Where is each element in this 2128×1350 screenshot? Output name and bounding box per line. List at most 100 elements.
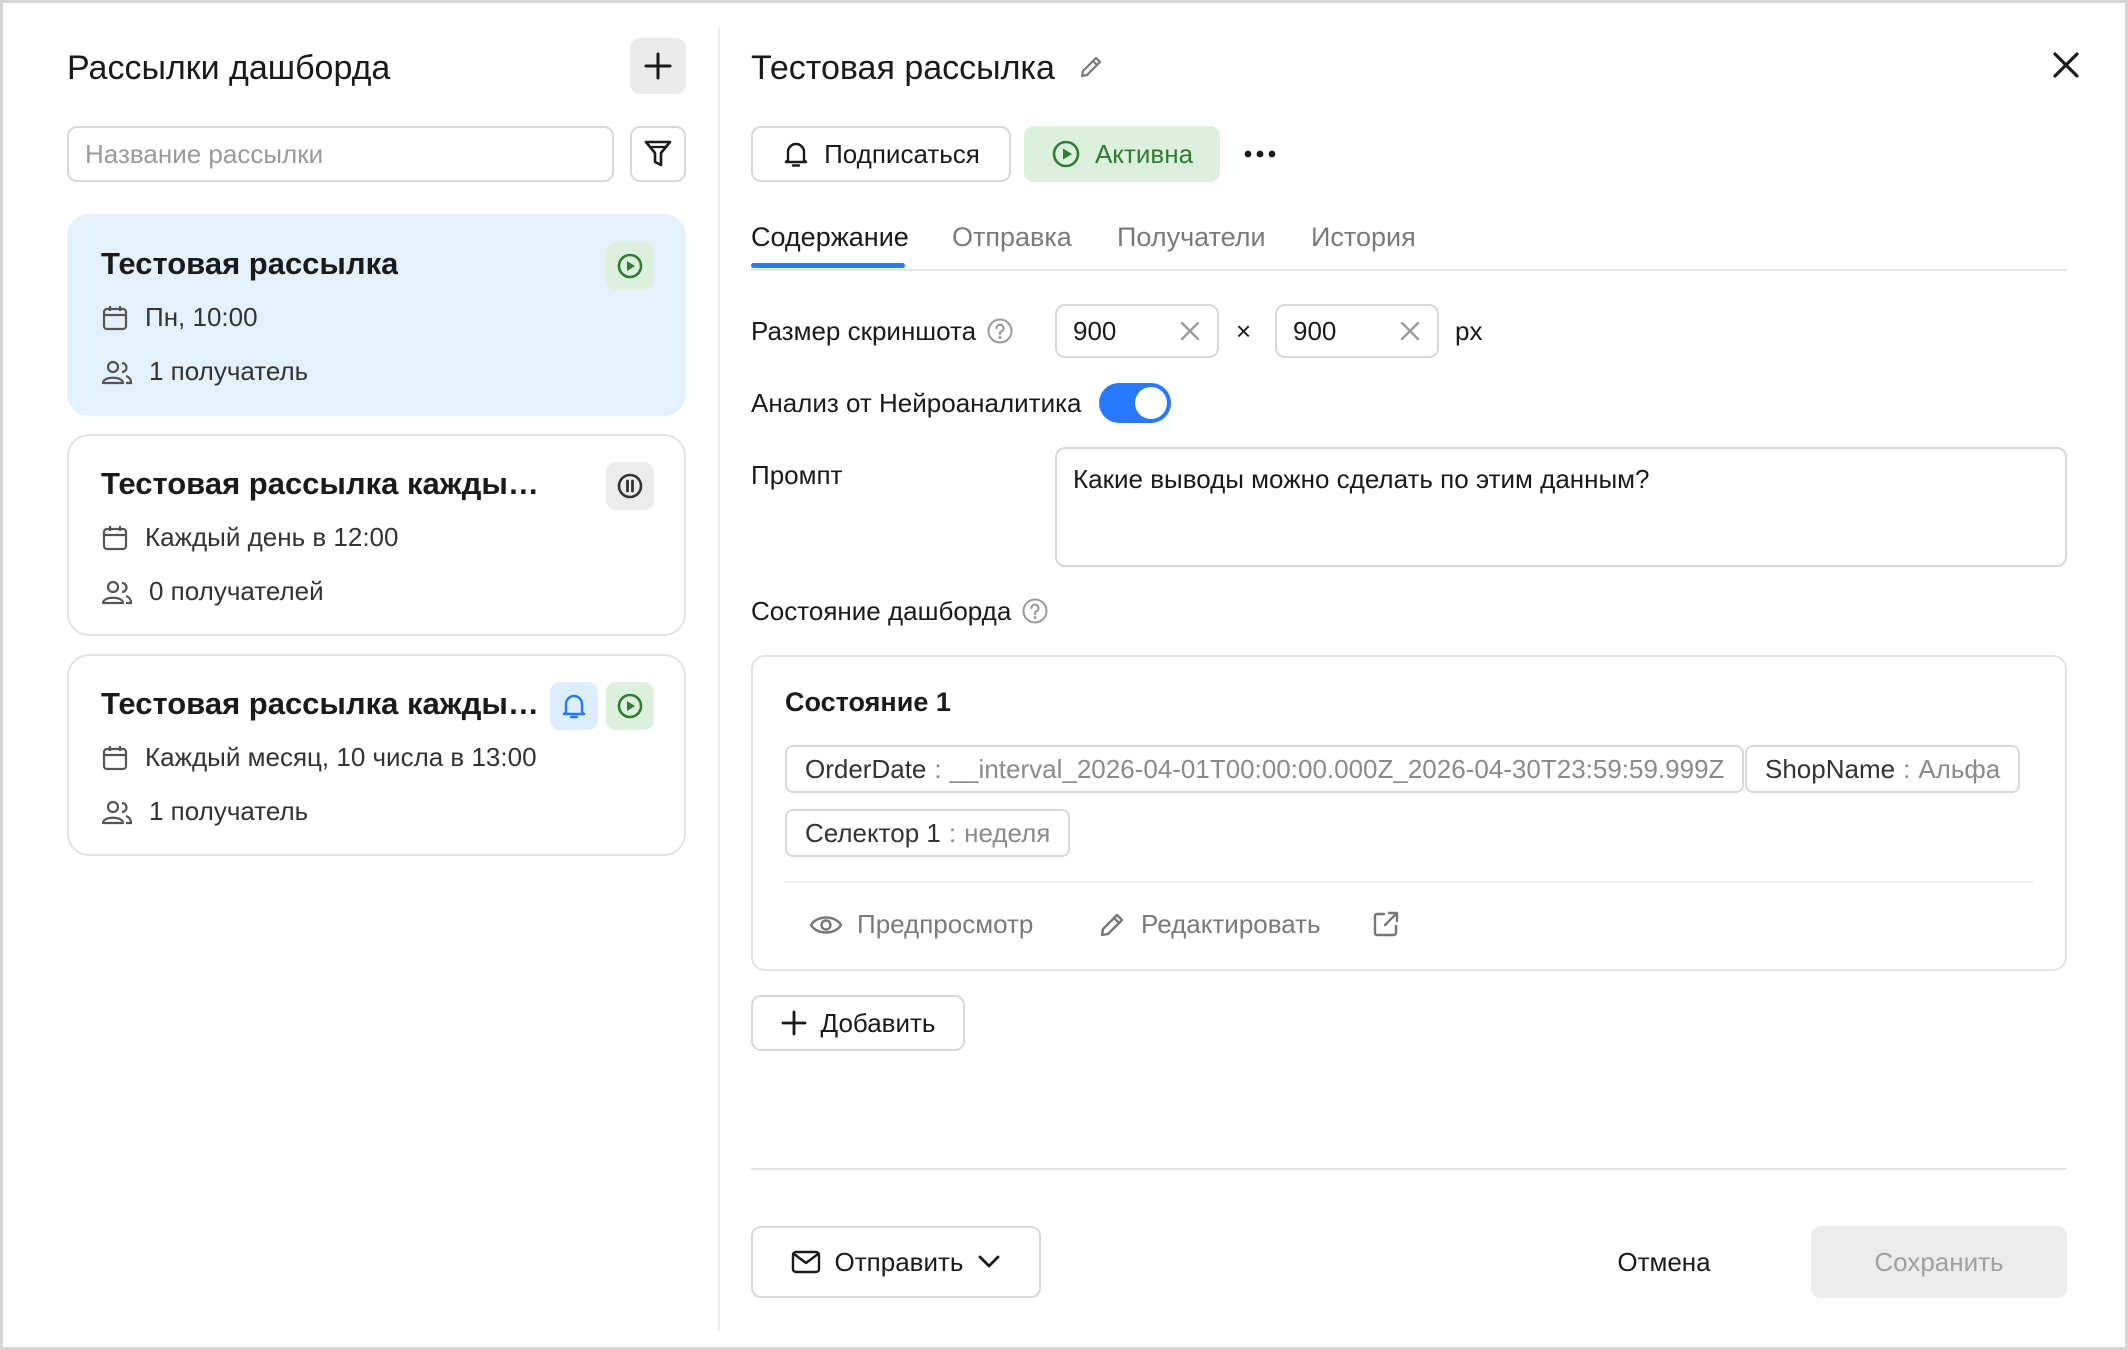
add-mailing-button[interactable] [630,38,686,94]
mailing-recipients: 1 получатель [149,356,309,386]
edit-state-button[interactable]: Редактировать [1097,909,1321,940]
calendar-icon [102,745,128,770]
height-value: 900 [1293,315,1337,346]
tab-history[interactable]: История [1311,217,1416,257]
plus-icon [781,1010,806,1036]
status-toggle-button[interactable]: Активна [1024,126,1220,182]
calendar-icon [102,525,128,550]
filter-icon [644,140,672,167]
mailing-card-3[interactable]: Тестовая рассылка каждый м... Каждый мес… [67,654,686,856]
subscribed-badge [550,682,598,730]
times-sign: × [1236,316,1252,346]
height-input[interactable]: 900 [1275,304,1439,358]
eye-icon [809,915,843,934]
users-icon [101,800,133,824]
clear-icon[interactable] [1399,320,1421,342]
play-circle-icon [1052,140,1080,168]
more-icon [1244,150,1276,158]
help-icon[interactable] [986,317,1014,345]
screenshot-size-label: Размер скриншота [751,313,1014,349]
mailing-recipients: 0 получателей [149,576,324,606]
param-key: OrderDate [805,753,927,784]
rename-button[interactable] [1077,53,1105,86]
preview-label: Предпросмотр [857,909,1034,939]
param-value: Альфа [1918,753,2001,784]
mailing-card-1[interactable]: Тестовая рассылка Пн, 10:00 1 получатель [67,214,686,416]
calendar-icon [102,305,128,330]
save-button[interactable]: Сохранить [1811,1226,2067,1298]
tab-recipients[interactable]: Получатели [1117,217,1266,257]
help-icon[interactable] [1021,597,1049,625]
add-label: Добавить [820,1007,936,1038]
add-state-button[interactable]: Добавить [751,995,965,1051]
footer-divider [751,1168,2067,1170]
panel-divider [718,27,720,1331]
users-icon [101,580,133,604]
dashboard-state-text: Состояние дашборда [751,596,1012,626]
filter-button[interactable] [630,126,686,182]
send-button[interactable]: Отправить [751,1226,1041,1298]
status-badge [606,682,654,730]
play-circle-icon [617,693,643,719]
close-button[interactable] [2050,49,2082,86]
status-badge [606,242,654,290]
mail-icon [791,1250,820,1274]
tabs: Содержание Отправка Получатели История [751,213,2067,271]
mailing-schedule: Пн, 10:00 [145,302,258,332]
state-param-chip: ShopName : Альфа [1745,745,2021,793]
active-tab-indicator [751,263,905,268]
width-input[interactable]: 900 [1055,304,1219,358]
pause-circle-icon [617,473,643,499]
subscribe-button[interactable]: Подписаться [751,126,1011,182]
param-sep: : [1903,753,1911,784]
chevron-down-icon [979,1255,1000,1268]
state-divider [785,881,2033,883]
mailing-title: Тестовая рассылка каждый день [101,466,551,501]
prompt-textarea[interactable]: Какие выводы можно сделать по этим данны… [1055,447,2067,567]
param-value: неделя [964,817,1051,848]
bell-icon [562,694,586,719]
preview-button[interactable]: Предпросмотр [809,909,1033,940]
analysis-label: Анализ от Нейроаналитика [751,388,1082,418]
state-param-chip: OrderDate : __interval_2026-04-01T00:00:… [785,745,1745,793]
plus-icon [644,52,672,80]
mailing-card-2[interactable]: Тестовая рассылка каждый день Каждый ден… [67,434,686,636]
mailing-recipients: 1 получатель [149,796,309,826]
dialog: Рассылки дашборда Тестовая рассылка Пн, … [0,0,2128,1350]
pencil-icon [1100,913,1124,936]
mailing-title: Тестовая рассылка [101,246,399,281]
tab-sending[interactable]: Отправка [952,217,1072,257]
param-key: Селектор 1 [805,817,941,848]
cancel-button[interactable]: Отмена [1589,1226,1739,1298]
param-sep: : [934,753,942,784]
search-input[interactable] [67,126,614,182]
param-value: __interval_2026-04-01T00:00:00.000Z_2026… [949,753,1725,784]
unit-label: px [1455,316,1483,346]
param-sep: : [948,817,957,848]
mailing-schedule: Каждый день в 12:00 [145,522,399,552]
open-external-button[interactable] [1371,909,1401,939]
more-button[interactable] [1243,138,1277,175]
sidebar-title: Рассылки дашборда [67,49,391,87]
analysis-toggle[interactable] [1099,383,1171,423]
dashboard-state-label: Состояние дашборда [751,593,1049,629]
send-label: Отправить [834,1246,964,1277]
status-badge [606,462,654,510]
mailing-detail-title: Тестовая рассылка [751,49,1055,87]
mailing-schedule: Каждый месяц, 10 числа в 13:00 [145,742,537,772]
screenshot-size-text: Размер скриншота [751,316,977,346]
state-title: Состояние 1 [785,687,951,717]
users-icon [101,360,133,384]
width-value: 900 [1073,315,1117,346]
tab-content[interactable]: Содержание [751,217,909,257]
toggle-knob [1135,387,1167,419]
state-card: Состояние 1 OrderDate : __interval_2026-… [751,655,2067,971]
play-circle-icon [617,253,643,279]
state-param-chip: Селектор 1 : неделя [785,809,1071,857]
close-icon [2053,52,2079,78]
external-link-icon [1373,911,1399,937]
edit-label: Редактировать [1141,909,1321,939]
pencil-icon [1080,56,1102,78]
clear-icon[interactable] [1179,320,1201,342]
bell-icon [784,142,808,167]
